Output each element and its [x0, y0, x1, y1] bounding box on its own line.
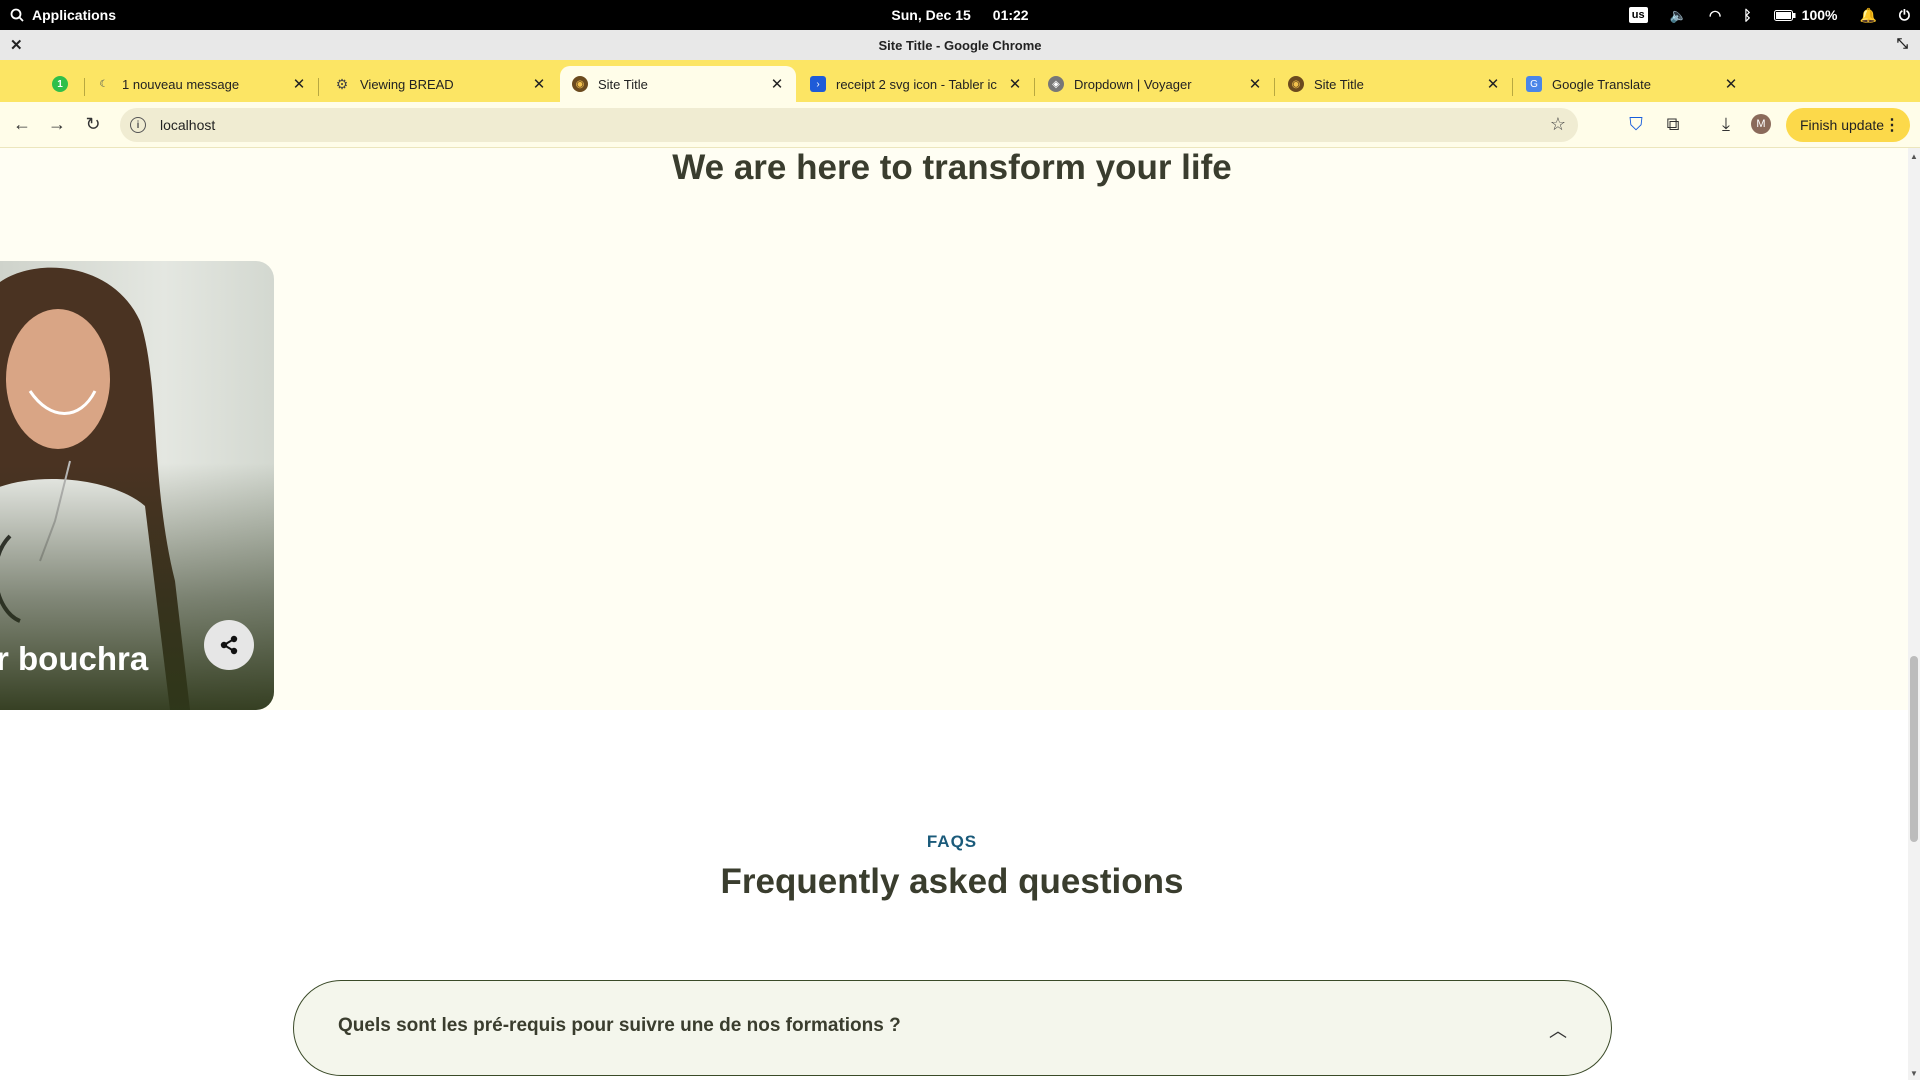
close-tab-icon[interactable]: ✕ [1482, 75, 1504, 93]
terminal-icon: › [810, 76, 826, 92]
reload-icon[interactable]: ↻ [81, 112, 105, 136]
site-favicon-icon: ◉ [1288, 76, 1304, 92]
applications-label: Applications [32, 7, 117, 23]
tab-label: Site Title [598, 76, 648, 92]
window-restore-icon[interactable]: ⤡ [1897, 35, 1908, 52]
power-icon[interactable]: ⏻ [1899, 7, 1910, 24]
applications-menu[interactable]: Applications [10, 0, 116, 30]
battery-icon [1773, 9, 1796, 21]
tab-pinned[interactable]: 1 [46, 66, 84, 102]
tab-label: Google Translate [1552, 76, 1652, 92]
faq-title: Frequently asked questions [720, 862, 1184, 901]
tab-label: Site Title [1314, 76, 1364, 92]
tab-site-title-active[interactable]: ◉ Site Title ✕ [560, 66, 796, 102]
scroll-down-arrow-icon[interactable]: ▼ [1908, 1069, 1920, 1078]
close-tab-icon[interactable]: ✕ [1720, 75, 1742, 93]
download-icon[interactable]: ⤓ [1714, 112, 1738, 136]
extensions-puzzle-icon[interactable]: ⧉ [1661, 112, 1685, 136]
bluetooth-icon[interactable]: ᛒ [1743, 7, 1751, 23]
tab-site-title[interactable]: ◉ Site Title ✕ [1276, 66, 1512, 102]
bookmark-star-icon[interactable]: ☆ [1550, 114, 1566, 135]
close-tab-icon[interactable]: ✕ [1244, 75, 1266, 93]
tab-label: 1 nouveau message [122, 76, 240, 92]
wifi-icon[interactable]: ◠ [1709, 7, 1721, 24]
tab-label: receipt 2 svg icon - Tabler ic [836, 76, 997, 92]
tab-label: Viewing BREAD [360, 76, 454, 92]
bitwarden-shield-icon[interactable]: ⛉ [1624, 112, 1648, 136]
pinned-tab-badge: 1 [52, 76, 68, 92]
search-icon [10, 8, 24, 22]
team-member-card[interactable]: r bouchra [0, 261, 274, 710]
translate-icon: G [1526, 76, 1542, 92]
scroll-up-arrow-icon[interactable]: ▲ [1908, 152, 1920, 161]
tab-dropdown-voyager[interactable]: ◈ Dropdown | Voyager ✕ [1036, 66, 1274, 102]
url-text: localhost [160, 117, 216, 133]
system-top-bar: Applications Sun, Dec 15 01:22 us 🔈 ◠ ᛒ … [0, 0, 1920, 30]
page-content: We are here to transform your life r bou… [0, 148, 1908, 1080]
address-bar[interactable]: i localhost ☆ [120, 108, 1578, 142]
profile-avatar[interactable]: M [1751, 114, 1771, 134]
tab-viewing-bread[interactable]: ⚙ Viewing BREAD ✕ [322, 66, 558, 102]
close-tab-icon[interactable]: ✕ [288, 75, 310, 93]
hero-title: We are here to transform your life [672, 148, 1232, 187]
tab-google-translate[interactable]: G Google Translate ✕ [1514, 66, 1750, 102]
faq-eyebrow: FAQS [926, 832, 978, 851]
kebab-menu-icon: ⋮ [1884, 117, 1900, 134]
gear-icon: ⚙ [335, 75, 349, 92]
scrollbar-thumb[interactable] [1910, 656, 1918, 842]
chevron-up-icon[interactable]: ︿ [1549, 1017, 1567, 1043]
voyager-icon: ◈ [1048, 76, 1064, 92]
tab-messages[interactable]: ☾ 1 nouveau message ✕ [84, 66, 318, 102]
window-title: Site Title - Google Chrome [878, 37, 1042, 53]
volume-icon[interactable]: 🔈 [1670, 7, 1687, 24]
share-button[interactable] [204, 620, 254, 670]
close-tab-icon[interactable]: ✕ [766, 75, 788, 93]
team-member-name: r bouchra [0, 640, 149, 677]
tab-label: Dropdown | Voyager [1074, 76, 1192, 92]
hero-section: We are here to transform your life r bou… [0, 148, 1908, 710]
window-titlebar: ✕ Site Title - Google Chrome ⤡ [0, 30, 1920, 60]
finish-update-button[interactable]: Finish update ⋮ [1786, 108, 1910, 142]
browser-toolbar: ← → ↻ i localhost ☆ ⛉ ⧉ ⤓ M Finish updat… [0, 102, 1920, 148]
site-info-icon[interactable]: i [130, 117, 146, 133]
keyboard-layout-indicator[interactable]: us [1628, 7, 1648, 23]
site-favicon-icon: ◉ [572, 76, 588, 92]
moon-icon: ☾ [99, 78, 109, 90]
share-icon [220, 635, 238, 655]
close-tab-icon[interactable]: ✕ [1004, 75, 1026, 93]
tab-tabler-icons[interactable]: › receipt 2 svg icon - Tabler ic ✕ [798, 66, 1034, 102]
notification-bell-icon[interactable]: 🔔 [1859, 7, 1876, 24]
tab-strip: ▼ 1 ☾ 1 nouveau message ✕ ⚙ Viewing BREA… [0, 60, 1920, 154]
time-text: 01:22 [992, 7, 1029, 23]
forward-arrow-icon[interactable]: → [45, 112, 69, 136]
back-arrow-icon[interactable]: ← [10, 112, 34, 136]
date-text: Sun, Dec 15 [891, 7, 971, 23]
faq-question: Quels sont les pré-requis pour suivre un… [338, 1015, 901, 1036]
close-tab-icon[interactable]: ✕ [528, 75, 550, 93]
page-scrollbar[interactable]: ▲ ▼ [1908, 148, 1920, 1080]
window-close-icon[interactable]: ✕ [10, 36, 23, 54]
battery-status[interactable]: 100% [1773, 7, 1838, 23]
battery-percent: 100% [1801, 7, 1838, 23]
faq-accordion-item[interactable]: Quels sont les pré-requis pour suivre un… [293, 980, 1612, 1076]
finish-update-label: Finish update [1800, 117, 1885, 133]
